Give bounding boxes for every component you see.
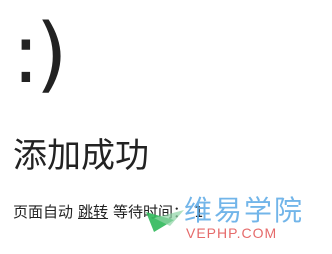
watermark-brand-en: VEPHP.COM (186, 225, 278, 241)
page-title: 添加成功 (13, 136, 149, 176)
redirect-prefix: 页面自动 (13, 203, 74, 221)
wait-label: 等待时间： (113, 203, 189, 221)
success-page: :) 添加成功 页面自动 跳转 等待时间： 1 维易学院 VEPHP.COM (0, 0, 332, 254)
smiley-face: :) (12, 7, 68, 102)
jump-link[interactable]: 跳转 (78, 203, 108, 221)
countdown-value: 1 (194, 203, 204, 221)
redirect-message: 页面自动 跳转 等待时间： 1 (13, 202, 204, 222)
